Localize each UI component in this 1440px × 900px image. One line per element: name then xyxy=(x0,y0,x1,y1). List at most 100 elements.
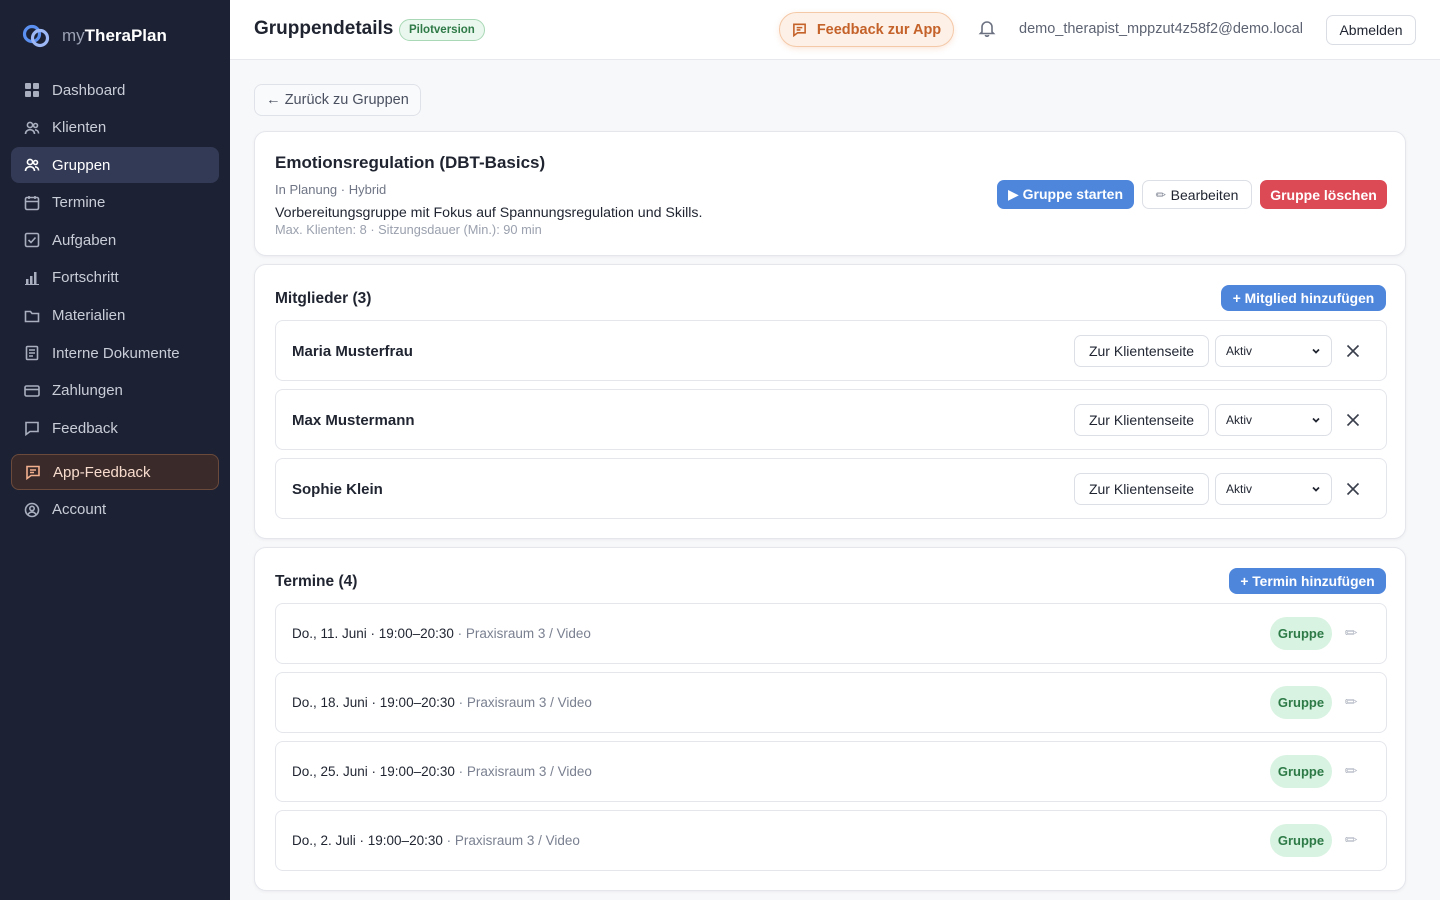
sidebar-item-label: Materialien xyxy=(52,307,126,325)
folder-icon xyxy=(24,308,40,324)
add-member-button[interactable]: + Mitglied hinzufügen xyxy=(1221,285,1386,311)
message-icon xyxy=(24,420,40,437)
sidebar-item-materialien[interactable]: Materialien xyxy=(11,298,219,334)
page-title: Gruppendetails xyxy=(254,18,394,39)
chevron-down-icon xyxy=(1310,483,1322,495)
appointment-type-badge: Gruppe xyxy=(1270,617,1332,650)
sidebar-item-zahlungen[interactable]: Zahlungen xyxy=(11,373,219,409)
member-name: Sophie Klein xyxy=(292,481,383,498)
sidebar-item-label: Termine xyxy=(52,194,106,212)
client-page-button[interactable]: Zur Klientenseite xyxy=(1074,473,1209,505)
client-page-button[interactable]: Zur Klientenseite xyxy=(1074,335,1209,367)
member-status-select[interactable]: Aktiv xyxy=(1215,473,1332,505)
delete-group-button[interactable]: Gruppe löschen xyxy=(1260,180,1387,209)
group-info-card: Emotionsregulation (DBT-Basics) In Planu… xyxy=(254,131,1406,256)
appointment-text: Do., 11. Juni · 19:00–20:30 · Praxisraum… xyxy=(292,626,591,641)
pencil-icon[interactable]: ✎ xyxy=(1340,691,1362,713)
appointment-row[interactable]: Do., 11. Juni · 19:00–20:30 · Praxisraum… xyxy=(275,603,1387,664)
document-icon xyxy=(24,345,40,361)
appointment-row[interactable]: Do., 18. Juni · 19:00–20:30 · Praxisraum… xyxy=(275,672,1387,733)
bar-chart-icon xyxy=(24,270,40,286)
member-status-value: Aktiv xyxy=(1226,344,1253,358)
start-group-button[interactable]: ▶ Gruppe starten xyxy=(997,180,1134,209)
appointment-text: Do., 2. Juli · 19:00–20:30 · Praxisraum … xyxy=(292,833,580,848)
sidebar-item-dashboard[interactable]: Dashboard xyxy=(11,72,219,108)
appointments-title: Termine (4) xyxy=(275,573,358,590)
group-name: Emotionsregulation (DBT-Basics) xyxy=(275,153,546,172)
member-row: Sophie Klein Zur Klientenseite Aktiv xyxy=(275,458,1387,519)
sidebar-item-label: Aufgaben xyxy=(52,231,117,249)
sidebar-item-account[interactable]: Account xyxy=(11,492,219,528)
sidebar-item-app-feedback[interactable]: App-Feedback xyxy=(11,454,219,491)
remove-member-button[interactable] xyxy=(1344,480,1362,498)
pilot-badge: Pilotversion xyxy=(399,19,485,41)
close-icon xyxy=(1346,482,1360,496)
sidebar-item-label: Klienten xyxy=(52,119,107,137)
member-row: Max Mustermann Zur Klientenseite Aktiv xyxy=(275,389,1387,450)
credit-card-icon xyxy=(24,383,40,399)
sidebar-item-aufgaben[interactable]: Aufgaben xyxy=(11,222,219,258)
appointment-when: Do., 25. Juni · 19:00–20:30 xyxy=(292,764,455,779)
message-icon xyxy=(25,464,41,481)
appointment-when: Do., 18. Juni · 19:00–20:30 xyxy=(292,695,455,710)
remove-member-button[interactable] xyxy=(1344,411,1362,429)
member-status-select[interactable]: Aktiv xyxy=(1215,404,1332,436)
appointment-location: · Praxisraum 3 / Video xyxy=(454,764,592,779)
edit-group-button[interactable]: ✎ Bearbeiten xyxy=(1142,180,1252,209)
add-appointment-button[interactable]: + Termin hinzufügen xyxy=(1229,568,1386,594)
member-status-value: Aktiv xyxy=(1226,482,1253,496)
appointment-type-badge: Gruppe xyxy=(1270,686,1332,719)
sidebar-item-feedback[interactable]: Feedback xyxy=(11,410,219,446)
sidebar-item-klienten[interactable]: Klienten xyxy=(11,110,219,146)
users-icon xyxy=(24,157,40,173)
sidebar-item-label: Interne Dokumente xyxy=(52,344,180,362)
sidebar-item-label: Feedback xyxy=(52,419,118,437)
sidebar-item-label: Zahlungen xyxy=(52,382,123,400)
users-icon xyxy=(24,120,40,136)
group-description: Vorbereitungsgruppe mit Fokus auf Spannu… xyxy=(275,205,703,221)
pencil-icon: ✎ xyxy=(1152,185,1170,204)
sidebar-item-gruppen[interactable]: Gruppen xyxy=(11,147,219,184)
chevron-down-icon xyxy=(1310,345,1322,357)
feedback-app-label: Feedback zur App xyxy=(816,21,942,38)
pencil-icon[interactable]: ✎ xyxy=(1340,760,1362,782)
logo-icon xyxy=(22,24,50,48)
sidebar-nav: Dashboard Klienten Gruppen Termine Aufga… xyxy=(0,72,230,528)
chevron-down-icon xyxy=(1310,414,1322,426)
user-email: demo_therapist_mppzut4z58f2@demo.local xyxy=(1019,21,1303,37)
pencil-icon[interactable]: ✎ xyxy=(1340,829,1362,851)
appointment-location: · Praxisraum 3 / Video xyxy=(442,833,580,848)
members-title: Mitglieder (3) xyxy=(275,290,372,307)
appointment-text: Do., 18. Juni · 19:00–20:30 · Praxisraum… xyxy=(292,695,592,710)
appointment-row[interactable]: Do., 2. Juli · 19:00–20:30 · Praxisraum … xyxy=(275,810,1387,871)
group-meta: In Planung · Hybrid xyxy=(275,182,387,197)
appointment-when: Do., 2. Juli · 19:00–20:30 xyxy=(292,833,443,848)
feedback-app-button[interactable]: Feedback zur App xyxy=(779,12,954,47)
bell-icon[interactable] xyxy=(978,19,996,37)
message-icon xyxy=(792,23,806,37)
appointment-when: Do., 11. Juni · 19:00–20:30 xyxy=(292,626,454,641)
member-status-select[interactable]: Aktiv xyxy=(1215,335,1332,367)
member-name: Maria Musterfrau xyxy=(292,343,413,360)
logout-button[interactable]: Abmelden xyxy=(1326,15,1416,45)
back-to-groups-button[interactable]: ← Zurück zu Gruppen xyxy=(254,84,421,116)
calendar-icon xyxy=(24,195,40,211)
sidebar-item-label: Gruppen xyxy=(52,156,111,174)
appointment-location: · Praxisraum 3 / Video xyxy=(454,695,592,710)
appointment-text: Do., 25. Juni · 19:00–20:30 · Praxisraum… xyxy=(292,764,592,779)
sidebar-item-termine[interactable]: Termine xyxy=(11,185,219,221)
sidebar-item-label: Dashboard xyxy=(52,81,126,99)
sidebar-item-fortschritt[interactable]: Fortschritt xyxy=(11,260,219,296)
appointment-location: · Praxisraum 3 / Video xyxy=(453,626,591,641)
sidebar-item-interne-dokumente[interactable]: Interne Dokumente xyxy=(11,335,219,371)
members-card: Mitglieder (3) + Mitglied hinzufügen Mar… xyxy=(254,264,1406,539)
sidebar-item-label: Fortschritt xyxy=(52,269,119,287)
appointment-row[interactable]: Do., 25. Juni · 19:00–20:30 · Praxisraum… xyxy=(275,741,1387,802)
app-logo[interactable]: myTheraPlan xyxy=(0,0,230,72)
user-circle-icon xyxy=(24,502,40,518)
pencil-icon[interactable]: ✎ xyxy=(1340,622,1362,644)
close-icon xyxy=(1346,344,1360,358)
client-page-button[interactable]: Zur Klientenseite xyxy=(1074,404,1209,436)
remove-member-button[interactable] xyxy=(1344,342,1362,360)
checkbox-icon xyxy=(24,232,40,248)
